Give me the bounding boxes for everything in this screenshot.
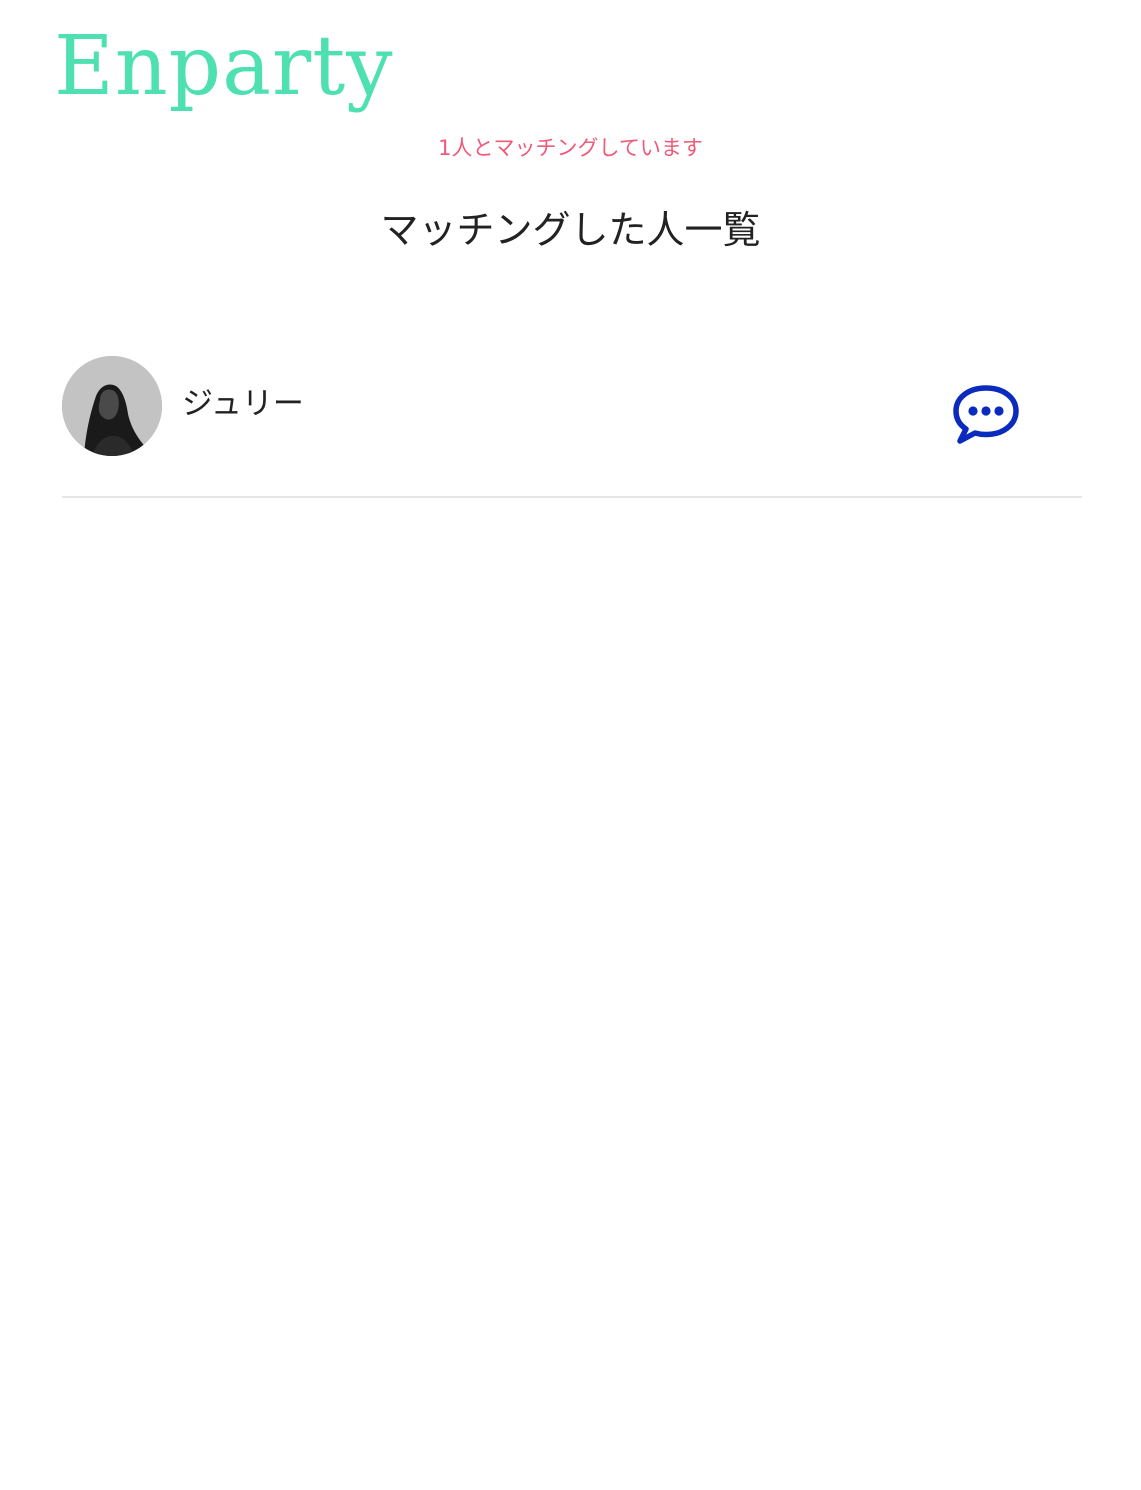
avatar[interactable]: [62, 356, 162, 456]
user-photo-icon: [62, 356, 162, 456]
match-name[interactable]: ジュリー: [182, 384, 304, 424]
page-title: マッチングした人一覧: [380, 208, 761, 252]
app-logo[interactable]: Enparty: [54, 26, 394, 108]
match-list: ジュリー: [62, 356, 1082, 498]
chat-button[interactable]: [952, 384, 1020, 444]
chat-bubble-icon: [953, 385, 1019, 444]
match-count-text: 1人とマッチングしています: [438, 136, 703, 160]
list-item[interactable]: ジュリー: [62, 356, 1082, 498]
